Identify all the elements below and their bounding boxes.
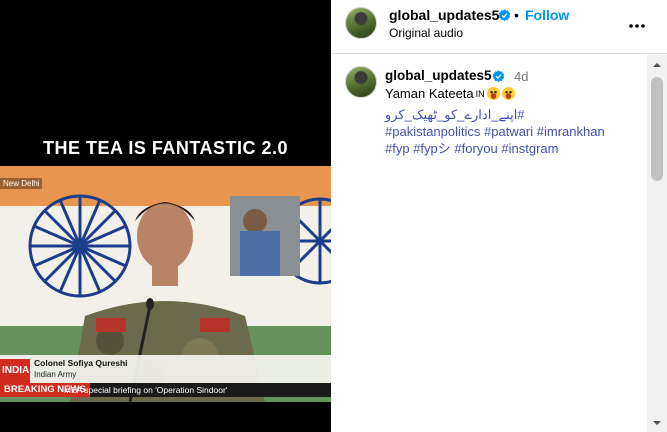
- hashtag-list: #اپنے_ادارے_کو_ٹھیک_کرو #pakistanpolitic…: [385, 106, 655, 157]
- post-header: global_updates5 • Follow Original audio: [331, 0, 667, 54]
- follow-button[interactable]: Follow: [525, 7, 569, 23]
- news-lower-third: INDIA Colonel Sofiya Qureshi Indian Army…: [0, 355, 331, 402]
- laughing-emoji-icon: [486, 87, 500, 100]
- scroll-down-arrow-icon[interactable]: [647, 416, 667, 430]
- comment-body: Yaman Kateeta: [385, 86, 474, 101]
- location-tag: New Delhi: [0, 178, 43, 189]
- hashtag-link[interactable]: #اپنے_ادارے_کو_ٹھیک_کرو: [385, 107, 525, 122]
- hashtag-link[interactable]: #patwari: [484, 124, 533, 139]
- comment-timestamp[interactable]: 4d: [514, 69, 528, 84]
- chakra-left: [28, 194, 132, 298]
- hashtag-link[interactable]: #fypシ: [413, 141, 451, 156]
- video-player[interactable]: THE TEA IS FANTASTIC 2.0 New Delhi INDIA…: [0, 0, 331, 432]
- country-badge: IN: [475, 88, 485, 99]
- hashtag-link[interactable]: #instgram: [501, 141, 558, 156]
- verified-badge-icon: [492, 70, 505, 83]
- hashtag-link[interactable]: #foryou: [454, 141, 497, 156]
- original-audio-link[interactable]: Original audio: [389, 26, 463, 40]
- comments-area[interactable]: global_updates5 4d Yaman Kateeta IN #اپن…: [331, 55, 667, 432]
- hashtag-link[interactable]: #fyp: [385, 141, 410, 156]
- comments-scrollbar[interactable]: [647, 55, 667, 432]
- author-username[interactable]: global_updates5: [389, 7, 499, 23]
- news-headline: MEA special briefing on 'Operation Sindo…: [64, 385, 228, 395]
- scroll-up-arrow-icon[interactable]: [647, 58, 667, 72]
- news-strap: BREAKING NEWS MEA special briefing on 'O…: [0, 383, 331, 397]
- verified-badge-icon: [498, 9, 511, 22]
- hashtag-link[interactable]: #pakistanpolitics: [385, 124, 480, 139]
- lower-third-section: INDIA: [0, 359, 30, 383]
- lower-third-role: Indian Army: [34, 370, 77, 379]
- more-options-icon[interactable]: [627, 16, 647, 36]
- comment-username[interactable]: global_updates5: [385, 68, 492, 83]
- comment-avatar[interactable]: [345, 66, 377, 98]
- hashtag-link[interactable]: #imrankhan: [537, 124, 605, 139]
- meme-caption: THE TEA IS FANTASTIC 2.0: [42, 138, 289, 158]
- rofl-emoji-icon: [501, 87, 515, 100]
- comment-text: Yaman Kateeta IN: [385, 86, 515, 101]
- header-separator: •: [514, 7, 519, 23]
- author-avatar[interactable]: [345, 7, 377, 39]
- scrollbar-thumb[interactable]: [651, 77, 663, 181]
- post-side-panel: global_updates5 • Follow Original audio …: [331, 0, 667, 432]
- lower-third-name: Colonel Sofiya Qureshi: [34, 358, 128, 368]
